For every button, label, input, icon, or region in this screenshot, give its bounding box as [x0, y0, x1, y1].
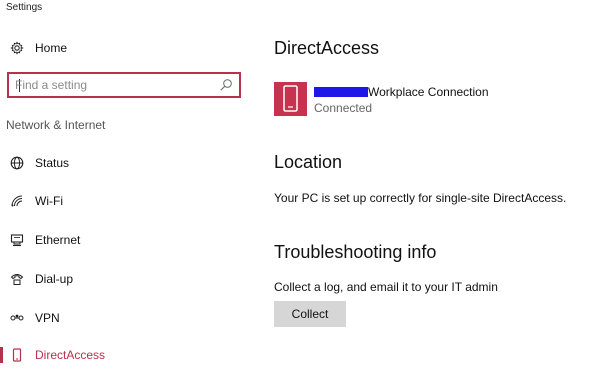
- dialup-icon: [9, 271, 25, 287]
- sidebar-item-directaccess[interactable]: DirectAccess: [0, 340, 250, 370]
- troubleshooting-heading: Troubleshooting info: [274, 242, 437, 262]
- search-box[interactable]: [7, 72, 241, 98]
- location-text: Your PC is set up correctly for single-s…: [274, 191, 567, 205]
- vpn-icon: [9, 310, 25, 326]
- location-heading: Location: [274, 152, 343, 172]
- sidebar-item-label: Dial-up: [35, 272, 74, 286]
- collect-button[interactable]: Collect: [274, 301, 346, 327]
- sidebar-item-vpn[interactable]: VPN: [0, 303, 250, 333]
- window-title: Settings: [6, 2, 43, 13]
- sidebar-item-wifi[interactable]: Wi-Fi: [0, 186, 250, 216]
- sidebar-item-label: Wi-Fi: [35, 194, 63, 208]
- troubleshooting-text: Collect a log, and email it to your IT a…: [274, 280, 498, 294]
- phone-icon: [9, 347, 25, 363]
- phone-icon: [274, 85, 307, 120]
- redaction-mark: [314, 87, 368, 97]
- search-icon[interactable]: [219, 78, 233, 92]
- ethernet-icon: [9, 232, 25, 248]
- connection-tile[interactable]: [274, 82, 307, 116]
- sidebar-item-home[interactable]: Home: [0, 33, 250, 63]
- selection-indicator: [0, 347, 3, 363]
- sidebar-item-ethernet[interactable]: Ethernet: [0, 225, 250, 255]
- wifi-icon: [9, 193, 25, 209]
- connection-status: Connected: [314, 101, 373, 115]
- sidebar-item-label: VPN: [35, 311, 60, 325]
- connection-name-text: Workplace Connection: [368, 85, 489, 99]
- sidebar-item-label: Ethernet: [35, 233, 81, 247]
- sidebar-item-dialup[interactable]: Dial-up: [0, 264, 250, 294]
- section-label: Network & Internet: [6, 118, 106, 132]
- sidebar-item-label: Status: [35, 156, 70, 170]
- connection-name[interactable]: Workplace Connection: [314, 85, 489, 99]
- sidebar-item-label: Home: [35, 41, 68, 55]
- page-title: DirectAccess: [274, 38, 380, 58]
- globe-icon: [9, 155, 25, 171]
- search-input[interactable]: [15, 77, 215, 93]
- sidebar-item-status[interactable]: Status: [0, 148, 250, 178]
- sidebar-item-label: DirectAccess: [35, 348, 106, 362]
- gear-icon: [9, 40, 25, 56]
